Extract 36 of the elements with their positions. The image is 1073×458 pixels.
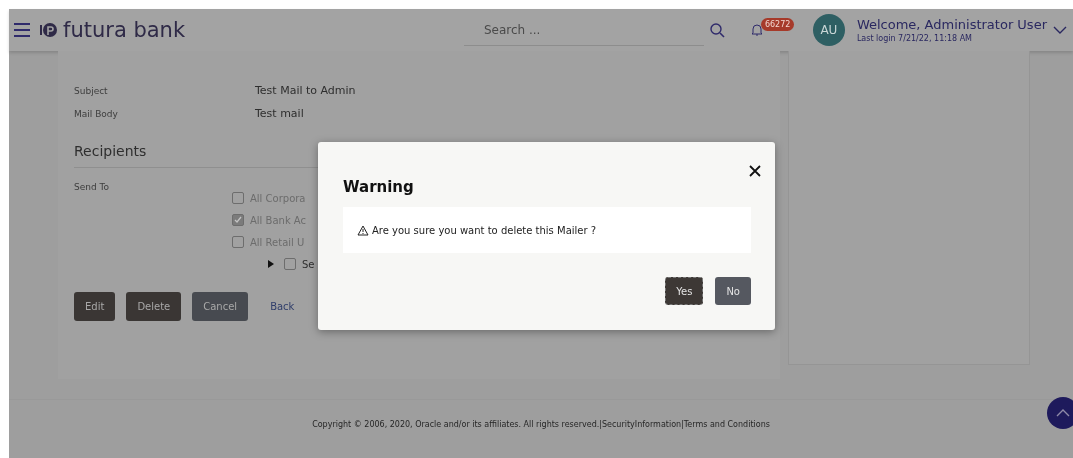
field-label: Mail Body <box>74 108 119 119</box>
chevron-up-icon <box>1056 409 1070 417</box>
back-link[interactable]: Back <box>259 292 306 321</box>
field-label: Subject <box>74 85 109 96</box>
dialog-button[interactable]: No <box>715 277 751 305</box>
action-button[interactable]: Delete <box>126 292 182 321</box>
search-icon[interactable] <box>709 22 725 38</box>
scroll-top-button[interactable] <box>1047 397 1073 429</box>
copyright-text: Copyright © 2006, 2020, Oracle and/or its affiliates. All rights reserved.| <box>312 419 602 429</box>
option-label: Se <box>302 258 315 270</box>
search-field[interactable]: Search ... <box>463 14 704 46</box>
dialog-button[interactable]: Yes <box>665 277 704 305</box>
dialog-message: Are you sure you want to delete this Mailer ? <box>372 224 597 236</box>
field-label: Send To <box>74 182 110 194</box>
footer-link[interactable]: |Terms and Conditions <box>681 419 770 429</box>
checkbox[interactable] <box>284 258 296 270</box>
dialog-title: Warning <box>343 178 415 196</box>
action-button[interactable]: Cancel <box>192 292 249 321</box>
brand-name: futura bank <box>63 18 186 42</box>
warning-icon <box>357 224 369 236</box>
field-value: Test mail <box>255 107 304 120</box>
chevron-down-icon[interactable] <box>1053 25 1067 35</box>
last-login-text: Last login 7/21/22, 11:18 AM <box>856 34 973 43</box>
notification-count: 66272 <box>760 18 795 31</box>
welcome-text: Welcome, Administrator User <box>856 17 1047 32</box>
user-avatar[interactable]: AU <box>812 14 845 46</box>
action-button[interactable]: Edit <box>74 292 116 321</box>
logo-icon <box>39 21 57 39</box>
checkbox[interactable] <box>232 236 244 248</box>
footer-link[interactable]: SecurityInformation <box>601 419 682 429</box>
checkbox[interactable] <box>232 214 244 226</box>
checkbox[interactable] <box>232 192 244 204</box>
menu-icon[interactable] <box>13 22 31 38</box>
caret-right-icon[interactable] <box>268 260 274 268</box>
field-value: Test Mail to Admin <box>255 84 356 97</box>
bell-icon[interactable] <box>750 23 763 37</box>
